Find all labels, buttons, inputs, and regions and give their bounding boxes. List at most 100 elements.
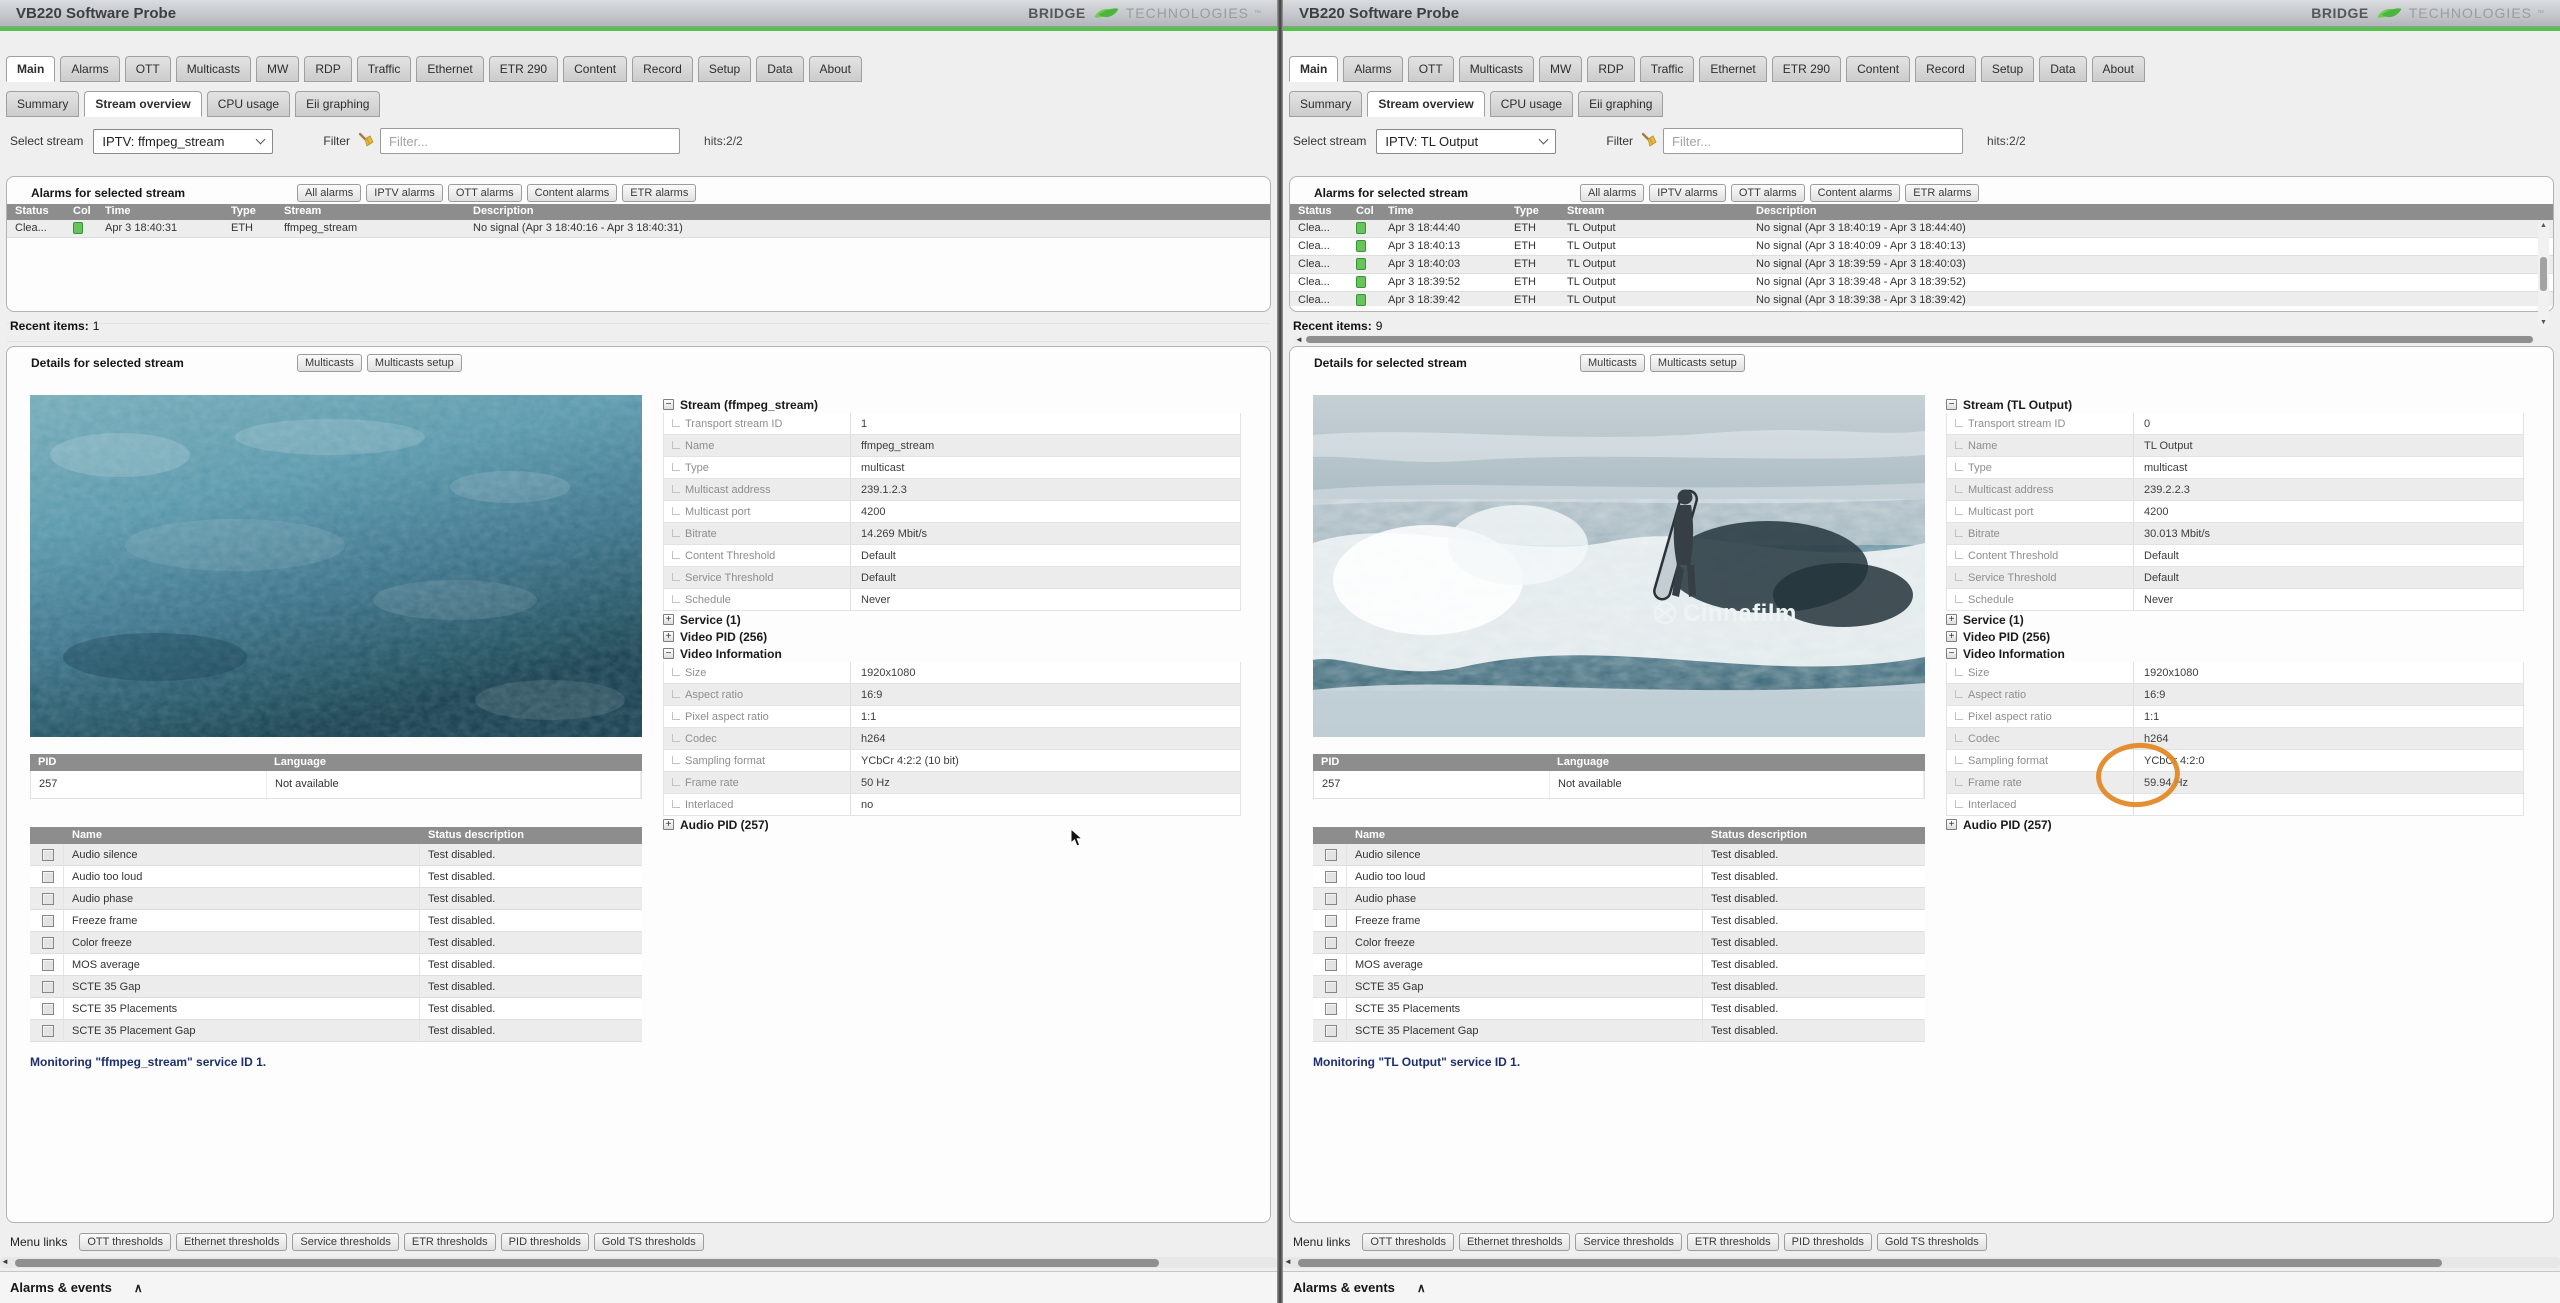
threshold-link-button[interactable]: PID thresholds [1784,1233,1872,1251]
main-tab[interactable]: OTT [125,56,171,82]
check-checkbox[interactable] [42,1003,54,1015]
threshold-link-button[interactable]: Gold TS thresholds [1877,1233,1987,1251]
details-button[interactable]: Multicasts setup [367,354,462,372]
details-button[interactable]: Multicasts [1580,354,1645,372]
main-tab[interactable]: ETR 290 [489,56,558,82]
threshold-link-button[interactable]: PID thresholds [501,1233,589,1251]
alarm-filter-button[interactable]: ETR alarms [622,184,696,202]
main-tab[interactable]: Data [2039,56,2086,82]
main-tab[interactable]: About [2092,56,2145,82]
main-tab[interactable]: Record [632,56,693,82]
alarm-filter-button[interactable]: IPTV alarms [1649,184,1726,202]
main-tab[interactable]: Alarms [1343,56,1402,82]
main-tab[interactable]: Multicasts [1459,56,1534,82]
sub-tab[interactable]: Summary [1289,91,1362,117]
threshold-link-button[interactable]: Gold TS thresholds [594,1233,704,1251]
alarm-filter-button[interactable]: Content alarms [527,184,618,202]
check-checkbox[interactable] [42,893,54,905]
pane-hscrollbar[interactable]: ◄ [1283,1257,2560,1268]
sub-tab[interactable]: Eii graphing [1578,91,1663,117]
threshold-link-button[interactable]: ETR thresholds [1687,1233,1779,1251]
stream-select[interactable]: IPTV: TL Output [1376,129,1556,154]
scroll-left-arrow-icon[interactable]: ◄ [1295,335,1303,344]
filter-input[interactable] [1663,128,1963,154]
check-checkbox[interactable] [1325,915,1337,927]
scroll-left-arrow-icon[interactable]: ◄ [1,1257,9,1266]
sub-tab[interactable]: CPU usage [207,91,290,117]
details-button[interactable]: Multicasts [297,354,362,372]
main-tab[interactable]: RDP [304,56,351,82]
check-checkbox[interactable] [1325,959,1337,971]
threshold-link-button[interactable]: Service thresholds [1575,1233,1682,1251]
check-checkbox[interactable] [1325,1025,1337,1037]
check-checkbox[interactable] [1325,1003,1337,1015]
clear-filter-broom-icon[interactable] [357,132,374,151]
alarm-filter-button[interactable]: IPTV alarms [366,184,443,202]
alarm-row[interactable]: Clea... Apr 3 18:40:03 ETH TL Output No … [1290,256,2553,274]
expand-toggle[interactable]: + [663,614,674,625]
main-tab[interactable]: Traffic [357,56,412,82]
alarm-row[interactable]: Clea... Apr 3 18:39:42 ETH TL Output No … [1290,292,2553,306]
expand-toggle[interactable]: + [663,631,674,642]
main-tab[interactable]: ETR 290 [1772,56,1841,82]
main-tab[interactable]: OTT [1408,56,1454,82]
sub-tab[interactable]: Summary [6,91,79,117]
expand-toggle[interactable]: − [1946,648,1957,659]
pane-hscrollbar[interactable]: ◄ [0,1257,1277,1268]
expand-toggle[interactable]: + [1946,631,1957,642]
expand-toggle[interactable]: − [1946,399,1957,410]
main-tab[interactable]: Main [1289,56,1338,82]
collapse-chevron-icon[interactable]: ∧ [1417,1281,1426,1295]
expand-toggle[interactable]: − [663,648,674,659]
pane-hscroll-thumb[interactable] [15,1259,1159,1267]
collapse-chevron-icon[interactable]: ∧ [134,1281,143,1295]
main-tab[interactable]: Ethernet [1699,56,1766,82]
alarm-row[interactable]: Clea... Apr 3 18:40:13 ETH TL Output No … [1290,238,2553,256]
main-tab[interactable]: Multicasts [176,56,251,82]
details-button[interactable]: Multicasts setup [1650,354,1745,372]
main-tab[interactable]: RDP [1587,56,1634,82]
alarms-events-bar[interactable]: Alarms & events ∧ [0,1271,1277,1303]
alarm-filter-button[interactable]: ETR alarms [1905,184,1979,202]
check-checkbox[interactable] [42,937,54,949]
main-tab[interactable]: Setup [698,56,751,82]
threshold-link-button[interactable]: Service thresholds [292,1233,399,1251]
main-tab[interactable]: Main [6,56,55,82]
check-checkbox[interactable] [1325,981,1337,993]
alarms-hscrollbar[interactable]: ◄ [1294,335,2535,344]
check-checkbox[interactable] [42,849,54,861]
sub-tab[interactable]: Stream overview [1367,91,1484,117]
main-tab[interactable]: Traffic [1640,56,1695,82]
threshold-link-button[interactable]: OTT thresholds [1362,1233,1454,1251]
check-checkbox[interactable] [1325,849,1337,861]
main-tab[interactable]: Setup [1981,56,2034,82]
threshold-link-button[interactable]: Ethernet thresholds [1459,1233,1570,1251]
main-tab[interactable]: About [809,56,862,82]
alarm-row[interactable]: Clea... Apr 3 18:40:31 ETH ffmpeg_stream… [7,220,1270,238]
threshold-link-button[interactable]: OTT thresholds [79,1233,171,1251]
check-checkbox[interactable] [42,915,54,927]
main-tab[interactable]: Data [756,56,803,82]
alarms-events-bar[interactable]: Alarms & events ∧ [1283,1271,2560,1303]
sub-tab[interactable]: CPU usage [1490,91,1573,117]
sub-tab[interactable]: Eii graphing [295,91,380,117]
main-tab[interactable]: Content [1846,56,1910,82]
main-tab[interactable]: MW [1539,56,1582,82]
check-checkbox[interactable] [42,959,54,971]
check-checkbox[interactable] [1325,893,1337,905]
check-checkbox[interactable] [42,981,54,993]
alarm-filter-button[interactable]: All alarms [1580,184,1644,202]
main-tab[interactable]: Alarms [60,56,119,82]
sub-tab[interactable]: Stream overview [84,91,201,117]
scroll-up-arrow-icon[interactable]: ▲ [2540,222,2547,229]
alarm-row[interactable]: Clea... Apr 3 18:44:40 ETH TL Output No … [1290,220,2553,238]
clear-filter-broom-icon[interactable] [1640,132,1657,151]
scroll-left-arrow-icon[interactable]: ◄ [1284,1257,1292,1266]
main-tab[interactable]: Content [563,56,627,82]
hscroll-thumb[interactable] [1306,336,2533,343]
threshold-link-button[interactable]: Ethernet thresholds [176,1233,287,1251]
scroll-down-arrow-icon[interactable]: ▼ [2540,319,2547,326]
alarm-filter-button[interactable]: All alarms [297,184,361,202]
check-checkbox[interactable] [42,1025,54,1037]
expand-toggle[interactable]: − [663,399,674,410]
